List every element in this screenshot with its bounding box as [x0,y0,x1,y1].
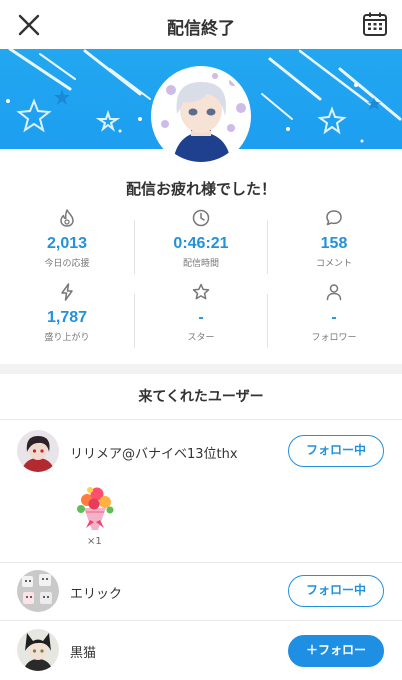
stream-ended-message: 配信お疲れ様でした！ [125,180,276,198]
stat-label: コメント [315,259,352,269]
gift-count: ×1 [87,536,102,547]
user-name[interactable]: リリメア@バナイベ13位thx [70,443,238,462]
visitor-row: 黒猫 ＋フォロー [0,620,402,680]
stat-value: 2,013 [46,235,88,252]
stat-label: 盛り上がり [44,333,90,343]
stat-label: スター [187,333,215,343]
stat-label: 配信時間 [182,259,219,269]
visitor-row: エリック フォロー中 [0,562,402,620]
stat-value: - [331,309,337,326]
calendar-icon[interactable] [362,11,388,37]
stat-stars: - スター [134,282,268,343]
stat-label: 今日の応援 [44,259,90,269]
star-icon [192,283,210,300]
bouquet-gift-icon [77,487,114,530]
stat-excitement: 1,787 盛り上がり [0,282,134,343]
visitors-section-title: 来てくれたユーザー [0,374,402,420]
clock-icon [192,209,210,227]
stat-label: フォロワー [311,333,357,343]
stat-value: 1,787 [46,309,88,326]
follow-button[interactable]: ＋フォロー [288,635,384,667]
visitor-row: リリメア@バナイベ13位thx フォロー中 [0,420,402,562]
avatar[interactable] [17,570,59,612]
user-name[interactable]: エリック [70,583,122,602]
streamer-avatar [151,66,251,166]
stat-followers: - フォロワー [267,282,401,343]
stat-duration: 0:46:21 配信時間 [134,208,268,269]
avatar[interactable] [17,629,59,671]
app-header: 配信終了 [0,0,402,49]
page-title: 配信終了 [167,19,235,39]
comment-icon [326,210,342,226]
stat-value: 0:46:21 [173,235,229,252]
section-separator [0,364,402,374]
lightning-icon [61,283,73,301]
flame-icon [60,209,74,227]
person-icon [326,284,342,301]
following-button[interactable]: フォロー中 [288,575,384,607]
following-button[interactable]: フォロー中 [288,435,384,467]
avatar[interactable] [17,430,59,472]
stat-value: 158 [320,235,348,252]
stat-support: 2,013 今日の応援 [0,208,134,269]
user-name[interactable]: 黒猫 [70,642,96,661]
stat-value: - [198,309,204,326]
stat-comments: 158 コメント [267,208,401,269]
